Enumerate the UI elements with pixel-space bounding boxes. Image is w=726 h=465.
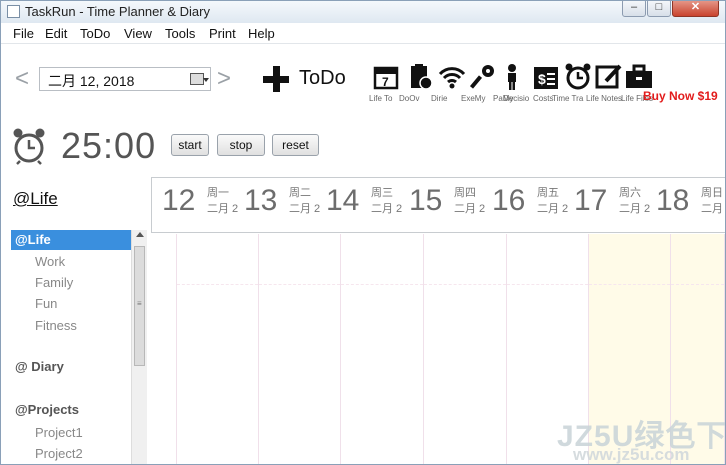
- tool-label-life-note: Life Notes: [586, 94, 623, 103]
- day-weekday: 周三: [371, 187, 393, 199]
- prev-date-button[interactable]: <: [15, 67, 29, 91]
- day-number: 15: [409, 184, 443, 217]
- tree-item-life[interactable]: @Life: [11, 230, 131, 250]
- menu-print[interactable]: Print: [209, 26, 236, 41]
- watermark-url: www.jz5u.com: [573, 445, 690, 464]
- timer-display: 25:00: [61, 125, 157, 166]
- tree-item-project1[interactable]: Project1: [35, 423, 83, 443]
- plus-icon: [263, 66, 289, 92]
- add-todo-label: ToDo: [299, 67, 346, 89]
- date-value: 二月 12, 2018: [48, 73, 135, 89]
- day-number: 16: [492, 184, 526, 217]
- category-panel: @Life @Life Work Family Fun Fitness @ Di…: [1, 176, 151, 464]
- day-month: 二月 2: [701, 203, 725, 215]
- tree-item-fun[interactable]: Fun: [35, 294, 57, 314]
- day-month: 二月 2: [207, 203, 239, 215]
- tree-item-projects[interactable]: @Projects: [15, 400, 79, 420]
- add-todo-button[interactable]: ToDo: [263, 64, 353, 94]
- buy-now-link[interactable]: Buy Now $19: [643, 89, 718, 103]
- day-weekday: 周四: [454, 187, 476, 199]
- svg-text:$: $: [538, 71, 546, 87]
- day-column[interactable]: [341, 234, 424, 464]
- day-month: 二月 2: [371, 203, 403, 215]
- reset-button[interactable]: reset: [272, 134, 319, 156]
- tree-item-work[interactable]: Work: [35, 252, 65, 272]
- clipboard-icon: [411, 64, 433, 90]
- day-weekday: 周一: [207, 187, 229, 199]
- app-icon: [7, 5, 20, 18]
- tool-label-life: Life To: [369, 94, 393, 103]
- tool-label-todo: DoOv: [399, 94, 420, 103]
- alarm-clock-icon: [13, 128, 45, 165]
- day-number: 13: [244, 184, 278, 217]
- day-month: 二月 2: [289, 203, 321, 215]
- calendar-dropdown-icon[interactable]: [190, 73, 209, 85]
- day-number: 14: [326, 184, 360, 217]
- day-month: 二月 2: [619, 203, 651, 215]
- window-title: TaskRun - Time Planner & Diary: [25, 4, 210, 19]
- menu-view[interactable]: View: [124, 26, 152, 41]
- day-weekday: 周六: [619, 187, 641, 199]
- day-column[interactable]: [259, 234, 341, 464]
- pomodoro-timer: 25:00 start stop reset: [1, 121, 725, 173]
- svg-text:7: 7: [382, 75, 389, 89]
- close-button[interactable]: ✕: [672, 1, 719, 17]
- tool-label-decision: Decisio: [503, 94, 530, 103]
- title-bar[interactable]: TaskRun - Time Planner & Diary – □ ✕: [1, 1, 725, 23]
- category-header[interactable]: @Life: [13, 189, 58, 209]
- menu-edit[interactable]: Edit: [45, 26, 67, 41]
- tree-item-family[interactable]: Family: [35, 273, 73, 293]
- wifi-icon: [438, 67, 466, 89]
- edit-note-icon: [595, 64, 622, 89]
- day-month: 二月 2: [454, 203, 486, 215]
- toolbar: < 二月 12, 2018 > ToDo 7 Life To DoOv Diri…: [1, 44, 725, 116]
- calendar-icon: 7: [373, 66, 399, 90]
- menu-bar: File Edit ToDo View Tools Print Help: [1, 23, 725, 44]
- scroll-thumb[interactable]: ≡: [134, 246, 145, 366]
- day-month: 二月 2: [537, 203, 569, 215]
- menu-help[interactable]: Help: [248, 26, 275, 41]
- tree-item-project2[interactable]: Project2: [35, 444, 83, 464]
- day-number: 17: [574, 184, 608, 217]
- receipt-icon: $: [534, 67, 558, 89]
- tool-label-time-track: Time Tra: [552, 94, 584, 103]
- day-column[interactable]: [424, 234, 507, 464]
- tool-label-diary: Dirie: [431, 94, 448, 103]
- day-number: 12: [162, 184, 196, 217]
- next-date-button[interactable]: >: [217, 67, 231, 91]
- menu-todo[interactable]: ToDo: [80, 26, 110, 41]
- day-number: 18: [656, 184, 690, 217]
- tool-life[interactable]: 7 Life To: [369, 62, 403, 106]
- scroll-up-arrow-icon[interactable]: [136, 232, 144, 237]
- day-header-row: 12 周一 二月 2 13 周二 二月 2 14 周三 二月 2 15 周四 二…: [151, 177, 725, 233]
- tree-item-fitness[interactable]: Fitness: [35, 316, 77, 336]
- menu-file[interactable]: File: [13, 26, 34, 41]
- category-scrollbar[interactable]: ≡: [131, 230, 147, 464]
- menu-tools[interactable]: Tools: [165, 26, 195, 41]
- tool-label-mypass: ExeMy: [461, 94, 486, 103]
- app-window: TaskRun - Time Planner & Diary – □ ✕ Fil…: [0, 0, 726, 465]
- date-picker[interactable]: 二月 12, 2018: [39, 67, 211, 91]
- day-weekday: 周五: [537, 187, 559, 199]
- minimize-button[interactable]: –: [622, 1, 646, 17]
- tree-item-diary[interactable]: @ Diary: [15, 357, 64, 377]
- briefcase-icon: [626, 64, 652, 88]
- day-column[interactable]: [177, 234, 259, 464]
- day-weekday: 周二: [289, 187, 311, 199]
- person-icon: [508, 64, 516, 90]
- stop-button[interactable]: stop: [217, 134, 265, 156]
- grip-icon: ≡: [137, 299, 142, 308]
- category-tree: @Life Work Family Fun Fitness @ Diary @P…: [11, 230, 131, 464]
- tool-label-costs: Costs: [533, 94, 554, 103]
- maximize-button[interactable]: □: [647, 1, 671, 17]
- time-gutter: [151, 234, 177, 464]
- day-weekday: 周日: [701, 187, 723, 199]
- start-button[interactable]: start: [171, 134, 209, 156]
- alarm-clock-icon: [565, 63, 591, 90]
